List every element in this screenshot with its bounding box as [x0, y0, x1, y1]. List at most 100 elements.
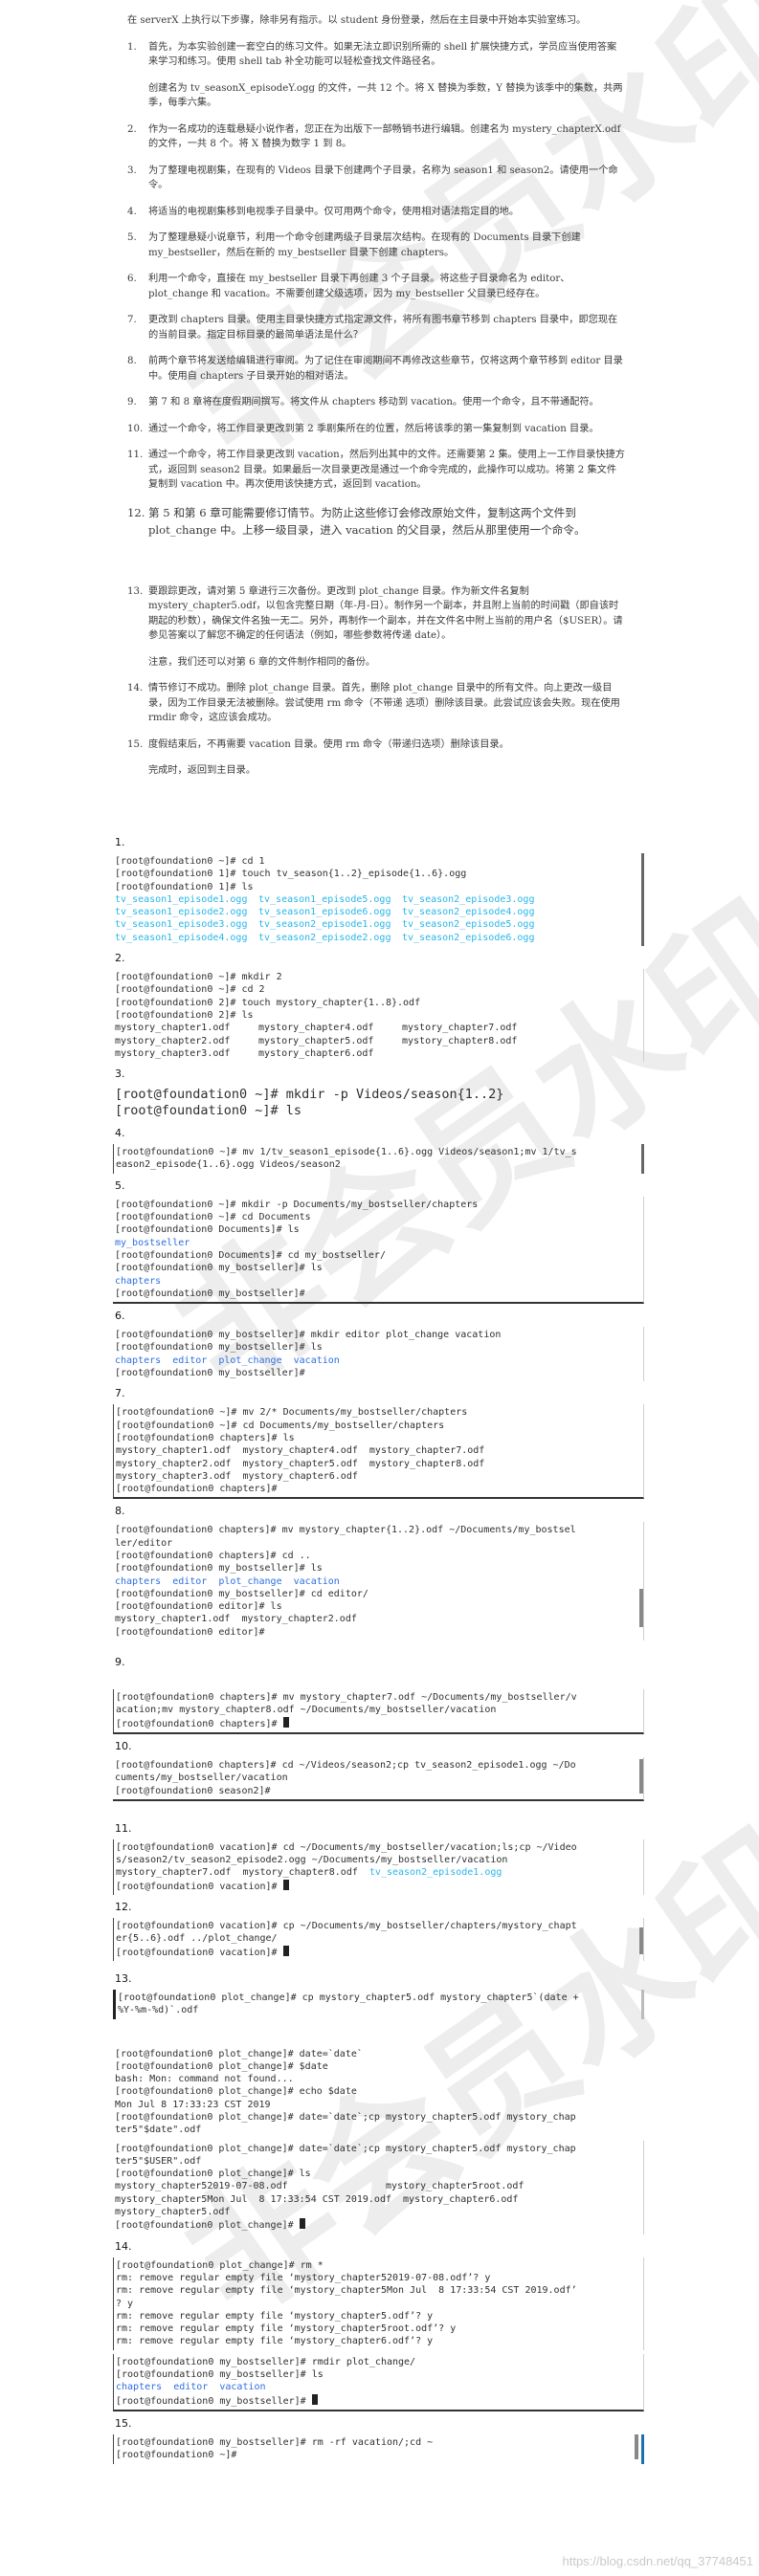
step-body: 首先，为本实验创建一套空白的练习文件。如果无法立即识别所需的 shell 扩展快…: [148, 40, 625, 111]
terminal-line: [root@foundation0 plot_change]# echo $da…: [115, 2086, 357, 2098]
terminal-line: [root@foundation0 1]# touch tv_season{1.…: [115, 869, 467, 880]
terminal-line: [root@foundation0 vacation]#: [116, 1881, 283, 1892]
file-entry: tv_season1_episode5.ogg: [258, 893, 391, 905]
directory-listing: chapters editor vacation: [116, 2382, 266, 2393]
answer-label-9: 9.: [115, 1656, 125, 1669]
terminal-line: rm: remove regular empty file ‘mystory_c…: [116, 2272, 491, 2283]
directory-entry: my_bostseller: [115, 1237, 190, 1248]
file-entry: tv_season2_episode6.ogg: [402, 932, 535, 943]
instruction-step: 14. 情节修订不成功。删除 plot_change 目录。首先，删除 plot_…: [127, 681, 625, 726]
terminal-answer-13-date: [root@foundation0 plot_change]# cp mysto…: [113, 1989, 644, 2019]
file-entry: tv_season2_episode2.ogg: [258, 932, 391, 943]
terminal-line: [root@foundation0 season2]#: [115, 1785, 271, 1796]
file-entry: tv_season2_episode1.ogg: [258, 919, 391, 931]
terminal-line: [root@foundation0 my_bostseller]# ls: [115, 1263, 323, 1274]
terminal-answer-6: [root@foundation0 my_bostseller]# mkdir …: [113, 1327, 644, 1382]
terminal-line: mystory_chapter7.odf mystory_chapter8.od…: [116, 1867, 369, 1879]
answer-label-11: 11.: [115, 1821, 132, 1835]
terminal-answer-13-timestamp: [root@foundation0 plot_change]# date=`da…: [113, 2046, 644, 2139]
terminal-line: %Y-%m-%d)`.odf: [118, 2005, 199, 2016]
terminal-answer-14-rmdir: [root@foundation0 my_bostseller]# rmdir …: [113, 2353, 644, 2411]
cursor-icon: [282, 1945, 289, 1956]
answer-label-3: 3.: [115, 1068, 125, 1081]
cursor-icon: [299, 2218, 305, 2230]
step-text: 注意，我们还可以对第 6 章的文件制作相同的备份。: [148, 656, 376, 668]
step-number: 7.: [127, 315, 137, 325]
answer-label-4: 4.: [115, 1127, 125, 1140]
instruction-step: 6. 利用一个命令，直接在 my_bestseller 目录下再创建 3 个子目录…: [127, 272, 625, 301]
step-body: 度假结束后，不再需要 vacation 目录。使用 rm 命令（带递归选项）删除…: [148, 738, 625, 779]
file-entry: tv_season2_episode5.ogg: [402, 919, 535, 931]
terminal-scrollbar[interactable]: [639, 1927, 643, 1955]
step-text: 更改到 chapters 目录。使用主目录快捷方式指定源文件，将所有图书章节移到…: [148, 315, 618, 341]
steps-list: 1. 首先，为本实验创建一套空白的练习文件。如果无法立即识别所需的 shell 扩…: [127, 40, 625, 779]
step-text: 为了整理悬疑小说章节，利用一个命令创建两级子目录层次结构。在现有的 Docume…: [148, 232, 581, 258]
odf-file-listing: mystory_chapter1.odf mystory_chapter4.odf…: [115, 1022, 636, 1060]
terminal-scrollbar[interactable]: [639, 1589, 643, 1628]
step-body: 第 5 和第 6 章可能需要修订情节。为防止这些修订会修改原始文件，复制这两个文…: [148, 504, 625, 539]
step-text: 情节修订不成功。删除 plot_change 目录。首先，删除 plot_cha…: [148, 683, 620, 723]
terminal-line: [root@foundation0 chapters]#: [116, 1718, 283, 1729]
terminal-line: [root@foundation0 plot_change]# rm *: [116, 2259, 324, 2271]
page: 非会员水印 非会员水印 非会员水印 在 serverX 上执行以下步骤，除非另有…: [0, 0, 759, 2576]
step-text: 通过一个命令，将工作目录更改到 vacation，然后列出其中的文件。还需要第 …: [148, 450, 625, 490]
terminal-line: [root@foundation0 ~]# cd Documents/my_bo…: [116, 1420, 445, 1431]
terminal-answer-7: [root@foundation0 ~]# mv 2/* Documents/m…: [113, 1404, 644, 1500]
step-number: 2.: [127, 123, 137, 135]
step-text: 第 7 和 8 章将在度假期间撰写。将文件从 chapters 移动到 vaca…: [148, 397, 599, 407]
terminal-scrollbar[interactable]: [635, 2433, 638, 2459]
answer-label-7: 7.: [115, 1387, 125, 1400]
terminal-answer-10: [root@foundation0 chapters]# cd ~/Videos…: [113, 1756, 644, 1801]
step-text: 前两个章节将发送给编辑进行审阅。为了记住在审阅期间不再修改这些章节，仅将这两个章…: [148, 356, 623, 382]
terminal-answer-15: [root@foundation0 my_bostseller]# rm -rf…: [113, 2433, 644, 2464]
instruction-step: 4. 将适当的电视剧集移到电视季子目录中。仅可用两个命令，使用相对语法指定目的地。: [127, 205, 625, 220]
file-entry: mystory_chapter5.odf: [258, 1035, 374, 1046]
terminal-line: [root@foundation0 editor]# ls: [115, 1601, 282, 1613]
step-number: 5.: [127, 232, 137, 243]
step-body: 为了整理电视剧集，在现有的 Videos 目录下创建两个子目录，名称为 seas…: [148, 164, 625, 193]
directory-listing: chapters editor plot_change vacation: [115, 1575, 340, 1587]
terminal-line: bash: Mon: command not found...: [115, 2074, 294, 2085]
file-entry: tv_season1_episode6.ogg: [258, 907, 391, 918]
cursor-icon: [282, 1716, 289, 1728]
terminal-line: rm: remove regular empty file ‘mystory_c…: [116, 2310, 434, 2322]
file-entry: tv_season1_episode4.ogg: [115, 932, 248, 943]
terminal-line: ter5"$date".odf: [115, 2125, 202, 2136]
step-number: 12.: [127, 505, 145, 519]
terminal-line: [root@foundation0 chapters]# cd ~/Videos…: [115, 1759, 576, 1771]
terminal-line: [root@foundation0 plot_change]#: [115, 2220, 300, 2232]
terminal-line: eason2_episode{1..6}.ogg Videos/season2: [116, 1159, 341, 1171]
terminal-scrollbar[interactable]: [639, 1758, 643, 1794]
step-number: 6.: [127, 274, 137, 284]
terminal-line: [root@foundation0 ~]# cd 1: [115, 856, 265, 867]
cursor-icon: [311, 2393, 318, 2405]
step-text: 作为一名成功的连载悬疑小说作者，您正在为出版下一部畅销书进行编辑。创建名为 my…: [148, 123, 621, 150]
answers-section: 1. [root@foundation0 ~]# cd 1 [root@found…: [113, 836, 644, 2470]
step-text: 通过一个命令，将工作目录更改到第 2 季剧集所在的位置，然后将该季的第一集复制到…: [148, 423, 599, 434]
terminal-answer-8: [root@foundation0 chapters]# mv mystory_…: [113, 1522, 644, 1641]
terminal-line: mystory_chapter5.odf: [115, 2207, 231, 2218]
step-number: 14.: [127, 683, 144, 694]
instruction-step: 7. 更改到 chapters 目录。使用主目录快捷方式指定源文件，将所有图书章节…: [127, 313, 625, 342]
terminal-line: [root@foundation0 ~]# mv 1/tv_season1_ep…: [116, 1147, 577, 1158]
terminal-line: [root@foundation0 vacation]# cd ~/Docume…: [116, 1841, 577, 1853]
file-entry: mystory_chapter3.odf: [115, 1047, 231, 1059]
file-entry: mystory_chapter1.odf: [115, 1023, 231, 1034]
terminal-line: [root@foundation0 chapters]# ls: [116, 1432, 295, 1443]
terminal-line: rm: remove regular empty file ‘mystory_c…: [116, 2336, 434, 2347]
intro-text: 在 serverX 上执行以下步骤，除非另有指示。以 student 身份登录，…: [127, 15, 587, 26]
terminal-line: [root@foundation0 vacation]# cp ~/Docume…: [116, 1921, 577, 1932]
terminal-line: [root@foundation0 my_bostseller]#: [115, 1368, 305, 1379]
terminal-line: [root@foundation0 2]# touch mystory_chap…: [115, 997, 421, 1008]
step-text: 创建名为 tv_seasonX_episodeY.ogg 的文件，一共 12 个…: [148, 82, 623, 109]
terminal-line: acation;mv mystory_chapter8.odf ~/Docume…: [116, 1705, 497, 1716]
directory-listing: chapters editor plot_change vacation: [115, 1354, 340, 1366]
terminal-line: [root@foundation0 ~]# mv 2/* Documents/m…: [116, 1407, 468, 1419]
step-number: 11.: [127, 450, 144, 460]
instruction-step: 3. 为了整理电视剧集，在现有的 Videos 目录下创建两个子目录，名称为 se…: [127, 164, 625, 193]
answer-label-1: 1.: [115, 836, 125, 848]
terminal-answer-9: [root@foundation0 chapters]# mv mystory_…: [113, 1689, 644, 1734]
step-number: 13.: [127, 585, 144, 597]
step-body: 前两个章节将发送给编辑进行审阅。为了记住在审阅期间不再修改这些章节，仅将这两个章…: [148, 354, 625, 384]
